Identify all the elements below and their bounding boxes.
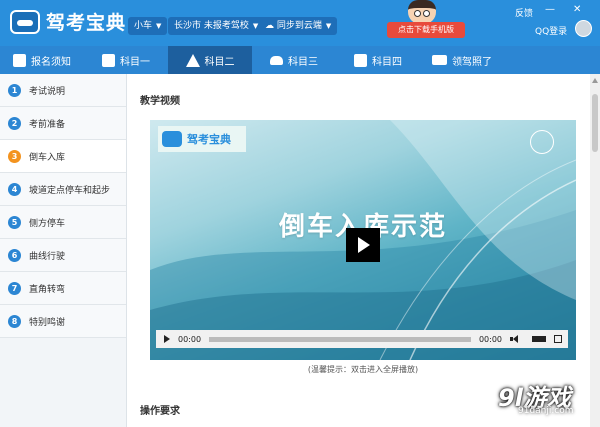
tab-label: 科目一 xyxy=(120,56,150,68)
play-button[interactable] xyxy=(346,228,380,262)
traffic-cone-icon xyxy=(185,53,200,67)
location-label: 长沙市 未报考驾校 xyxy=(174,21,249,31)
tab-get-license[interactable]: 领驾照了 xyxy=(420,46,504,74)
scrollbar[interactable] xyxy=(590,74,600,427)
chevron-down-icon: ▼ xyxy=(156,22,162,30)
step-number: 1 xyxy=(8,83,21,97)
play-icon[interactable] xyxy=(164,335,170,343)
book-icon xyxy=(354,53,367,67)
tab-subject-4[interactable]: 科目四 xyxy=(336,46,420,74)
document-icon xyxy=(13,53,26,67)
location-dropdown[interactable]: 长沙市 未报考驾校 ▼ xyxy=(168,17,265,35)
sidebar-item-thanks[interactable]: 8 特别鸣谢 xyxy=(0,305,126,338)
tab-label: 报名须知 xyxy=(31,56,71,68)
car-icon xyxy=(270,55,283,65)
close-button[interactable]: ✕ xyxy=(573,4,581,15)
main-content: 教学视频 驾考宝典 倒车入库示范 00:00 00:00 (温馨提示：双击进入全… xyxy=(128,74,590,427)
car-logo-icon xyxy=(10,9,40,34)
tab-registration[interactable]: 报名须知 xyxy=(0,46,84,74)
car-type-label: 小车 xyxy=(134,21,153,31)
tab-label: 科目四 xyxy=(372,56,402,68)
license-card-icon xyxy=(432,55,447,65)
minimize-button[interactable]: — xyxy=(545,4,555,15)
feedback-link[interactable]: 反馈 xyxy=(515,6,533,19)
sidebar-item-label: 特别鸣谢 xyxy=(29,317,66,328)
tab-subject-2[interactable]: 科目二 xyxy=(168,46,252,74)
main-nav: 报名须知 科目一 科目二 科目三 科目四 领驾照了 xyxy=(0,46,600,74)
sync-cloud-button[interactable]: ☁ 同步到云端 ▼ xyxy=(259,17,338,35)
volume-slider[interactable] xyxy=(532,336,546,342)
sidebar-item-curve-driving[interactable]: 6 曲线行驶 xyxy=(0,239,126,272)
tab-subject-1[interactable]: 科目一 xyxy=(84,46,168,74)
car-type-dropdown[interactable]: 小车 ▼ xyxy=(128,17,168,35)
section-title-requirements: 操作要求 xyxy=(140,406,180,417)
sidebar-item-parallel-parking[interactable]: 5 侧方停车 xyxy=(0,206,126,239)
chevron-down-icon: ▼ xyxy=(325,22,332,30)
sidebar-item-label: 直角转弯 xyxy=(29,284,66,295)
step-number: 6 xyxy=(8,248,21,262)
sidebar-item-label: 考试说明 xyxy=(29,86,66,97)
sidebar: 1 考试说明 2 考前准备 3 倒车入库 4 坡道定点停车和起步 5 侧方停车 … xyxy=(0,74,127,427)
edit-icon xyxy=(102,53,115,67)
step-number: 3 xyxy=(8,149,21,163)
scrollbar-thumb[interactable] xyxy=(592,94,598,152)
sidebar-item-reverse-parking[interactable]: 3 倒车入库 xyxy=(0,140,126,173)
progress-bar[interactable] xyxy=(209,336,471,342)
step-number: 4 xyxy=(8,182,21,196)
car-logo-icon xyxy=(162,131,182,147)
step-number: 8 xyxy=(8,314,21,328)
sidebar-item-hill-start[interactable]: 4 坡道定点停车和起步 xyxy=(0,173,126,206)
app-title: 驾考宝典 xyxy=(46,12,127,34)
sidebar-item-label: 坡道定点停车和起步 xyxy=(29,185,111,196)
watermark-url: 91danji.com xyxy=(518,406,574,416)
smiley-icon xyxy=(530,130,554,154)
video-logo-text: 驾考宝典 xyxy=(187,133,231,146)
step-number: 5 xyxy=(8,215,21,229)
qq-login-link[interactable]: QQ登录 xyxy=(535,24,567,37)
fullscreen-icon[interactable] xyxy=(554,335,562,343)
total-time: 00:00 xyxy=(478,334,502,344)
app-logo: 驾考宝典 xyxy=(10,8,126,35)
scroll-up-icon[interactable] xyxy=(592,78,598,83)
sidebar-item-right-angle-turn[interactable]: 7 直角转弯 xyxy=(0,272,126,305)
video-logo: 驾考宝典 xyxy=(158,126,246,152)
tab-label: 领驾照了 xyxy=(452,56,492,68)
step-number: 2 xyxy=(8,116,21,130)
download-mobile-button[interactable]: 点击下载手机版 xyxy=(387,22,465,38)
sidebar-item-label: 曲线行驶 xyxy=(29,251,66,262)
sidebar-item-exam-info[interactable]: 1 考试说明 xyxy=(0,74,126,107)
video-controls: 00:00 00:00 xyxy=(156,330,568,348)
fullscreen-tip: (温馨提示：双击进入全屏播放) xyxy=(307,365,419,374)
video-player[interactable]: 驾考宝典 倒车入库示范 00:00 00:00 xyxy=(150,120,576,360)
current-time: 00:00 xyxy=(178,334,202,344)
avatar[interactable] xyxy=(575,20,592,37)
step-number: 7 xyxy=(8,281,21,295)
section-title-video: 教学视频 xyxy=(140,96,180,107)
volume-icon[interactable] xyxy=(510,335,532,343)
title-bar: 驾考宝典 小车 ▼ 长沙市 未报考驾校 ▼ ☁ 同步到云端 ▼ 点击下载手机版 反馈 … xyxy=(0,0,600,46)
sidebar-item-label: 倒车入库 xyxy=(29,152,66,163)
sidebar-item-label: 考前准备 xyxy=(29,119,66,130)
cloud-icon: ☁ xyxy=(265,21,274,31)
tab-label: 科目三 xyxy=(288,56,318,68)
chevron-down-icon: ▼ xyxy=(252,22,259,30)
sidebar-item-label: 侧方停车 xyxy=(29,218,66,229)
tab-label: 科目二 xyxy=(204,56,235,68)
sidebar-item-preparation[interactable]: 2 考前准备 xyxy=(0,107,126,140)
sync-label: 同步到云端 xyxy=(276,21,322,31)
tab-subject-3[interactable]: 科目三 xyxy=(252,46,336,74)
